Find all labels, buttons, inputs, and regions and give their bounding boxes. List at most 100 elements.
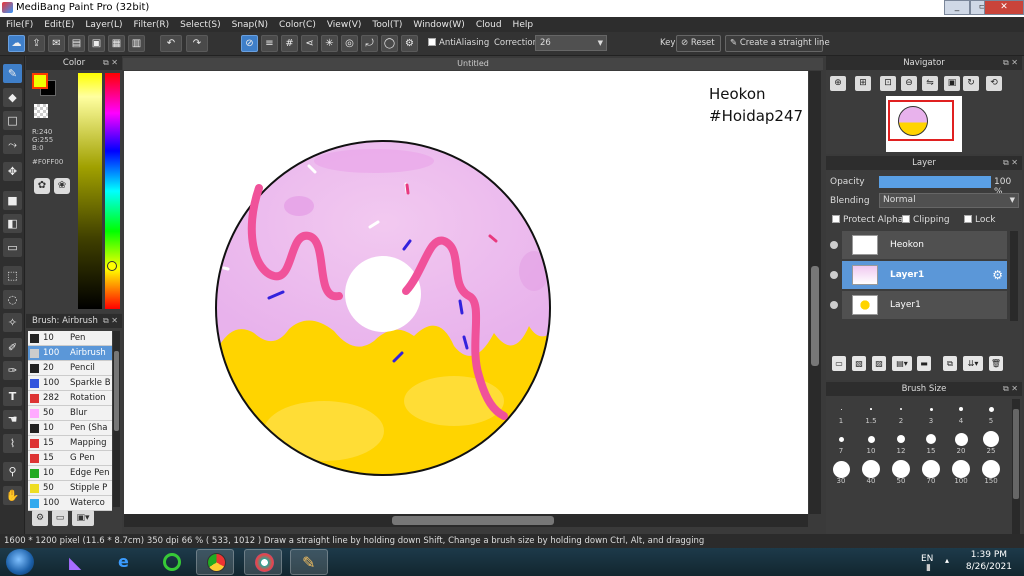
eraser-tool-icon[interactable]: ◆: [3, 88, 22, 107]
fit-window-icon[interactable]: ▣: [944, 76, 960, 91]
close-icon[interactable]: ⧉ ✕: [1003, 156, 1018, 170]
chat-icon[interactable]: ✉: [48, 35, 65, 52]
smudge-tool-icon[interactable]: ⤳: [3, 135, 22, 154]
taskbar-paint-icon[interactable]: ✎: [290, 549, 328, 575]
brush-list-item[interactable]: 282 Rotation: [28, 391, 112, 406]
opacity-slider[interactable]: [879, 176, 991, 188]
rectangle-tool-icon[interactable]: □: [3, 111, 22, 130]
undo-icon[interactable]: ↶: [160, 35, 182, 52]
menu-file[interactable]: File(F): [6, 20, 33, 30]
snap-perspective-icon[interactable]: ⋖: [301, 35, 318, 52]
taskbar-visual-studio-icon[interactable]: ◣: [58, 549, 96, 575]
lasso-tool-icon[interactable]: ◌: [3, 290, 22, 309]
gradient-tool-icon[interactable]: ▭: [3, 238, 22, 257]
clipping-option[interactable]: Clipping: [902, 215, 950, 225]
close-icon[interactable]: ⧉ ✕: [1003, 382, 1018, 396]
clipboard-icon[interactable]: ▥: [128, 35, 145, 52]
new-layer-icon[interactable]: ▭: [832, 356, 846, 371]
correction-select[interactable]: 26 ▼: [535, 35, 607, 51]
menu-snap[interactable]: Snap(N): [232, 20, 268, 30]
cloud-icon[interactable]: ☁: [8, 35, 25, 52]
brush-size-option[interactable]: 15: [916, 429, 946, 455]
tray-arrow-icon[interactable]: ▴: [945, 556, 949, 565]
layer-visibility-icon[interactable]: [830, 241, 838, 249]
taskbar-app-icon[interactable]: [152, 549, 190, 575]
brush-size-option[interactable]: 100: [946, 459, 976, 485]
zoom-in-icon[interactable]: ⊕: [830, 76, 846, 91]
straight-line-button[interactable]: ✎ Create a straight line: [725, 35, 830, 52]
lock-option[interactable]: Lock: [964, 215, 996, 225]
save-icon[interactable]: ▣: [88, 35, 105, 52]
protect-alpha-checkbox[interactable]: [832, 215, 840, 223]
snap-ellipse-icon[interactable]: ◯: [381, 35, 398, 52]
close-button[interactable]: ✕: [984, 0, 1024, 15]
brush-list-item[interactable]: 15 G Pen: [28, 451, 112, 466]
minimize-button[interactable]: _: [944, 0, 970, 15]
magic-wand-icon[interactable]: ✧: [3, 313, 22, 332]
brush-size-option[interactable]: 50: [886, 459, 916, 485]
document-tab[interactable]: Untitled: [123, 58, 823, 70]
clock[interactable]: 1:39 PM 8/26/2021: [966, 549, 1012, 573]
close-icon[interactable]: ⧉ ✕: [1003, 56, 1018, 70]
brush-list-item[interactable]: 10 Pen (Sha: [28, 421, 112, 436]
upload-icon[interactable]: ⇪: [28, 35, 45, 52]
brush-size-option[interactable]: 1.5: [856, 399, 886, 425]
menu-color[interactable]: Color(C): [279, 20, 316, 30]
brush-size-option[interactable]: 3: [916, 399, 946, 425]
brightness-slider[interactable]: [78, 73, 102, 309]
hue-slider-handle[interactable]: [107, 261, 117, 271]
snap-curve-icon[interactable]: ⤾: [361, 35, 378, 52]
redo-icon[interactable]: ↷: [186, 35, 208, 52]
horizontal-scrollbar[interactable]: [124, 514, 808, 527]
new-halftone-layer-icon[interactable]: ▧: [852, 356, 866, 371]
snap-radial-icon[interactable]: ✳: [321, 35, 338, 52]
trash-icon[interactable]: 🗑: [989, 356, 1003, 371]
brush-size-option[interactable]: 7: [826, 429, 856, 455]
taskbar-chrome-icon[interactable]: [196, 549, 234, 575]
taskbar-medibang-icon[interactable]: [244, 549, 282, 575]
brush-size-option[interactable]: 1: [826, 399, 856, 425]
snap-parallel-icon[interactable]: ≡: [261, 35, 278, 52]
menu-filter[interactable]: Filter(R): [134, 20, 170, 30]
merge-layer-icon[interactable]: ⇊▾: [963, 356, 983, 371]
brush-list-item[interactable]: 100 Waterco: [28, 496, 112, 511]
taskbar-ie-icon[interactable]: e: [106, 549, 144, 575]
brush-list-item[interactable]: 50 Stipple P: [28, 481, 112, 496]
horizontal-scroll-thumb[interactable]: [392, 516, 554, 525]
menu-tool[interactable]: Tool(T): [372, 20, 402, 30]
menu-view[interactable]: View(V): [327, 20, 362, 30]
antialiasing-option[interactable]: AntiAliasing: [428, 38, 489, 48]
snap-grid-icon[interactable]: #: [281, 35, 298, 52]
menu-layer[interactable]: Layer(L): [85, 20, 122, 30]
palette-icon[interactable]: ✿: [34, 178, 50, 194]
reset-view-icon[interactable]: ⟲: [986, 76, 1002, 91]
zoom-out-icon[interactable]: ⊖: [901, 76, 917, 91]
brush-size-option[interactable]: 25: [976, 429, 1006, 455]
menu-cloud[interactable]: Cloud: [476, 20, 502, 30]
zoom-fit-icon[interactable]: ⊞: [855, 76, 871, 91]
start-button[interactable]: [6, 549, 34, 575]
brush-settings-icon[interactable]: ⚙: [32, 510, 48, 526]
brush-size-option[interactable]: 10: [856, 429, 886, 455]
brush-size-option[interactable]: 4: [946, 399, 976, 425]
vertical-scroll-thumb[interactable]: [811, 266, 819, 366]
snap-circle-icon[interactable]: ◎: [341, 35, 358, 52]
brush-list-scrollbar[interactable]: [113, 331, 120, 507]
dropper-icon[interactable]: ⚲: [3, 462, 22, 481]
document-icon[interactable]: ▤: [68, 35, 85, 52]
text-tool-icon[interactable]: T: [3, 387, 22, 406]
brush-tool-icon[interactable]: ✎: [3, 64, 22, 83]
clipping-checkbox[interactable]: [902, 215, 910, 223]
new-1bit-layer-icon[interactable]: ▨: [872, 356, 886, 371]
eyedropper-tool-icon[interactable]: ⌇: [3, 434, 22, 453]
menu-edit[interactable]: Edit(E): [44, 20, 74, 30]
layer-row-heokon[interactable]: Heokon: [842, 231, 1007, 259]
layer-row-layer1-selected[interactable]: Layer1 ⚙: [842, 261, 1007, 289]
folder-icon[interactable]: ▬: [917, 356, 931, 371]
add-layer-menu-icon[interactable]: ▤▾: [892, 356, 912, 371]
brush-size-option[interactable]: 70: [916, 459, 946, 485]
layer-scrollbar[interactable]: [1010, 231, 1018, 321]
drawing-canvas[interactable]: Heokon #Hoidap247: [124, 71, 808, 514]
brush-list-item[interactable]: 100 Sparkle B: [28, 376, 112, 391]
hand-tool-icon[interactable]: ✋: [3, 486, 22, 505]
